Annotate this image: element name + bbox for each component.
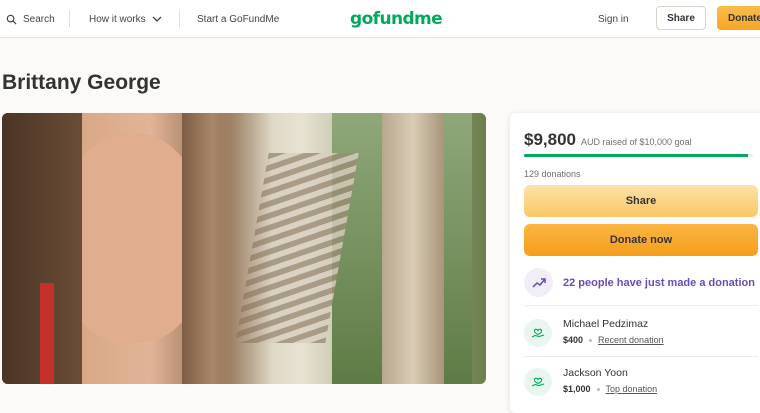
- start-label: Start a GoFundMe: [197, 13, 280, 25]
- donor-item: Jackson Yoon $1,000 Top donation: [524, 366, 657, 396]
- donor-details: Jackson Yoon $1,000 Top donation: [563, 366, 657, 394]
- progress-bar: [524, 154, 753, 157]
- search-icon: [6, 14, 17, 25]
- raised-summary: $9,800 AUD raised of $10,000 goal: [524, 130, 692, 150]
- sign-in-link[interactable]: Sign in: [598, 0, 629, 38]
- share-button[interactable]: Share: [524, 185, 758, 217]
- top-navigation-bar: Search How it works Start a GoFundMe gof…: [0, 0, 760, 38]
- photo-hair-right: [182, 113, 242, 384]
- donor-item: Michael Pedzimaz $400 Recent donation: [524, 317, 664, 347]
- goal-text: AUD raised of $10,000 goal: [581, 137, 692, 147]
- chevron-down-icon: [152, 16, 162, 22]
- nav-divider: [179, 10, 180, 28]
- raised-amount: $9,800: [524, 130, 576, 149]
- share-button-label: Share: [625, 195, 657, 207]
- separator-dot: [596, 387, 600, 391]
- photo-wooden-post: [382, 113, 444, 384]
- separator-dot: [589, 338, 593, 342]
- donor-hand-heart-icon: [524, 319, 552, 347]
- divider: [524, 356, 758, 357]
- campaign-photo[interactable]: [2, 113, 486, 384]
- how-it-works-menu[interactable]: How it works: [89, 0, 162, 38]
- donations-count: 129 donations: [524, 169, 581, 179]
- header-share-label: Share: [667, 12, 695, 24]
- how-it-works-label: How it works: [89, 13, 146, 25]
- donate-now-button[interactable]: Donate now: [524, 224, 758, 256]
- recent-activity-banner: 22 people have just made a donation: [524, 268, 755, 297]
- search-label: Search: [23, 13, 55, 25]
- search-link[interactable]: Search: [6, 0, 55, 38]
- start-a-gofundme-link[interactable]: Start a GoFundMe: [197, 0, 279, 38]
- donor-meta: $400 Recent donation: [563, 335, 664, 345]
- sign-in-label: Sign in: [598, 13, 629, 25]
- header-donate-button[interactable]: Donate: [717, 6, 760, 30]
- progress-fill: [524, 154, 749, 157]
- recent-donation-link[interactable]: Recent donation: [598, 335, 664, 345]
- donor-name: Michael Pedzimaz: [563, 318, 649, 330]
- campaign-title: Brittany George: [2, 71, 161, 94]
- donor-amount: $1,000: [563, 384, 591, 394]
- recent-activity-text: 22 people have just made a donation: [563, 276, 755, 289]
- donation-card: $9,800 AUD raised of $10,000 goal 129 do…: [510, 113, 760, 413]
- logo-text: gofundme: [350, 9, 443, 29]
- divider: [524, 305, 758, 306]
- top-donation-link[interactable]: Top donation: [606, 384, 658, 394]
- donor-details: Michael Pedzimaz $400 Recent donation: [563, 317, 664, 345]
- gofundme-logo[interactable]: gofundme: [350, 6, 443, 32]
- donor-name: Jackson Yoon: [563, 367, 628, 379]
- donor-hand-heart-icon: [524, 368, 552, 396]
- donor-amount: $400: [563, 335, 584, 345]
- nav-divider: [69, 10, 70, 28]
- trending-up-icon: [524, 268, 553, 297]
- donate-now-label: Donate now: [609, 234, 673, 246]
- donor-meta: $1,000 Top donation: [563, 384, 657, 394]
- header-share-button[interactable]: Share: [656, 6, 706, 30]
- photo-red-strap: [40, 283, 54, 384]
- header-donate-label: Donate: [728, 12, 760, 24]
